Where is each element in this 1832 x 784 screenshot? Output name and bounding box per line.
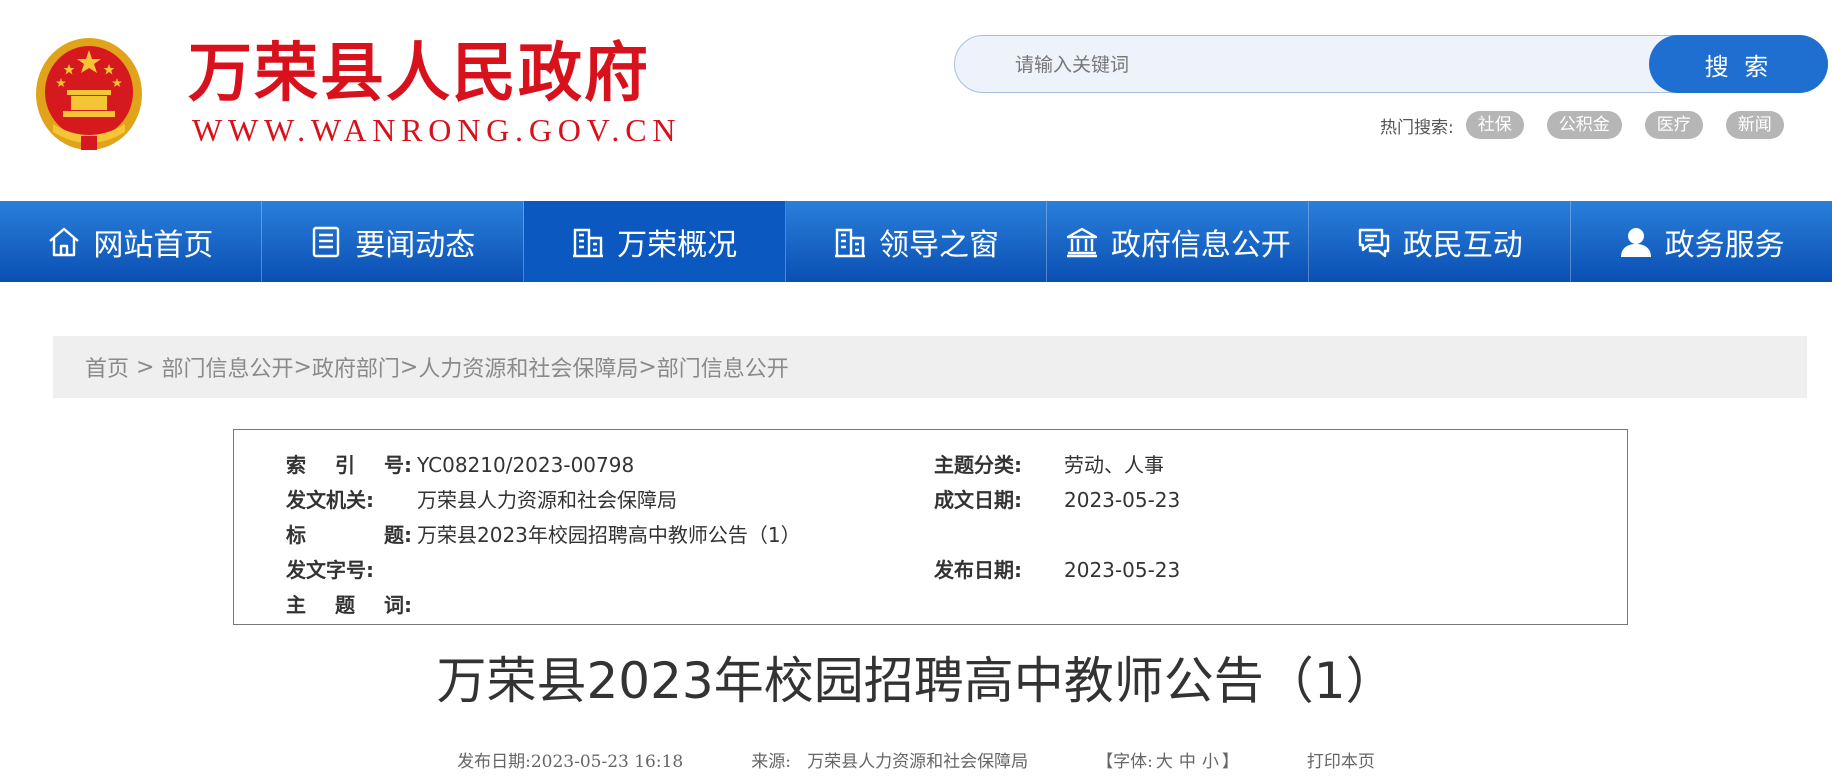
breadcrumb-separator: > [293,354,312,380]
search-input[interactable] [1013,46,1577,84]
meta-label-issuer: 发文机关: [286,488,374,512]
user-icon [1620,227,1651,257]
print-page-link[interactable]: 打印本页 [1307,747,1375,772]
article-source: 来源: 万荣县人力资源和社会保障局 [751,751,1029,772]
meta-value-published: 2023-05-23 [1064,558,1181,582]
nav-item-overview[interactable]: 万荣概况 [523,201,786,282]
nav-item-interaction[interactable]: 政民互动 [1309,201,1572,282]
nav-item-label: 要闻动态 [355,227,476,263]
meta-label-doc-no: 发文字号: [286,558,374,582]
hot-tag-news[interactable]: 新闻 [1725,111,1784,139]
nav-item-news[interactable]: 要闻动态 [262,201,524,282]
meta-row: 标 题: 万荣县2023年校园招聘高中教师公告（1） [234,518,1627,553]
breadcrumb-separator: > [638,354,657,380]
hot-tag-social-security[interactable]: 社保 [1465,111,1524,139]
national-emblem-icon [36,38,142,150]
meta-row: 发文机关: 万荣县人力资源和社会保障局 成文日期: 2023-05-23 [234,483,1627,518]
nav-item-label: 万荣概况 [617,227,738,263]
nav-item-label: 政民互动 [1402,227,1523,263]
main-nav: 网站首页 要闻动态 万荣概况 领导之窗 政府信息公开 政民互动 政务服务 [0,201,1832,282]
font-size-medium[interactable]: 中 [1179,752,1196,772]
publish-date: 发布日期:2023-05-23 16:18 [457,751,684,772]
home-icon [49,227,80,256]
meta-label-created: 成文日期: [934,488,1022,512]
nav-item-label: 网站首页 [93,227,214,263]
nav-item-home[interactable]: 网站首页 [0,201,262,282]
site-header: 万荣县人民政府 WWW.WANRONG.GOV.CN 搜 索 热门搜索: 社保 … [0,0,1832,200]
document-meta-table: 索 引 号: YC08210/2023-00798 主题分类: 劳动、人事 发文… [233,429,1628,625]
meta-label-keywords: 主 题 词: [286,593,412,617]
government-icon [1066,227,1098,257]
search-button[interactable]: 搜 索 [1649,35,1828,93]
breadcrumb-dept-info[interactable]: 部门信息公开 [161,351,293,383]
nav-item-label: 领导之窗 [879,227,999,263]
meta-label-category: 主题分类: [934,453,1022,477]
meta-label-title: 标 题: [286,523,412,547]
site-title: 万荣县人民政府 [188,37,650,111]
site-url: WWW.WANRONG.GOV.CN [192,112,682,148]
nav-item-services[interactable]: 政务服务 [1571,201,1832,282]
nav-item-label: 政务服务 [1664,227,1785,263]
hot-tag-medical[interactable]: 医疗 [1644,111,1703,139]
meta-label-published: 发布日期: [934,558,1022,582]
meta-label-index: 索 引 号: [286,453,412,477]
building-icon [835,228,865,257]
building-icon [573,228,604,257]
font-size-control: 【字体: 大中小】 [1096,751,1239,772]
chat-icon [1358,228,1389,257]
meta-row: 主 题 词: [234,588,1627,623]
breadcrumb-separator: > [129,354,162,380]
breadcrumb-home[interactable]: 首页 [85,351,129,383]
meta-value-category: 劳动、人事 [1064,453,1164,477]
hot-tag-housing-fund[interactable]: 公积金 [1546,111,1622,139]
breadcrumb-gov-depts[interactable]: 政府部门 [312,351,400,383]
meta-row: 索 引 号: YC08210/2023-00798 主题分类: 劳动、人事 [234,448,1627,483]
nav-item-leaders[interactable]: 领导之窗 [786,201,1048,282]
breadcrumb: 首页 > 部门信息公开 > 政府部门 > 人力资源和社会保障局 > 部门信息公开 [53,336,1807,398]
font-size-small[interactable]: 小 [1202,752,1219,772]
document-icon [313,226,340,257]
meta-row: 发文字号: 发布日期: 2023-05-23 [234,553,1627,588]
meta-value-title: 万荣县2023年校园招聘高中教师公告（1） [417,523,801,547]
meta-value-index: YC08210/2023-00798 [417,453,635,477]
nav-item-label: 政府信息公开 [1110,227,1291,263]
breadcrumb-separator: > [399,354,419,380]
article-info-bar: 发布日期:2023-05-23 16:18 来源: 万荣县人力资源和社会保障局 … [0,745,1832,773]
meta-value-created: 2023-05-23 [1064,488,1181,512]
breadcrumb-current[interactable]: 部门信息公开 [657,351,789,383]
nav-item-gov-info[interactable]: 政府信息公开 [1047,201,1310,282]
breadcrumb-hr-bureau[interactable]: 人力资源和社会保障局 [418,351,638,383]
hot-search-label: 热门搜索: [1380,117,1454,138]
font-size-large[interactable]: 大 [1156,752,1173,772]
meta-value-issuer: 万荣县人力资源和社会保障局 [417,488,677,512]
hot-search: 热门搜索: 社保 公积金 医疗 新闻 [1380,110,1784,140]
article-title: 万荣县2023年校园招聘高中教师公告（1） [436,652,1396,710]
